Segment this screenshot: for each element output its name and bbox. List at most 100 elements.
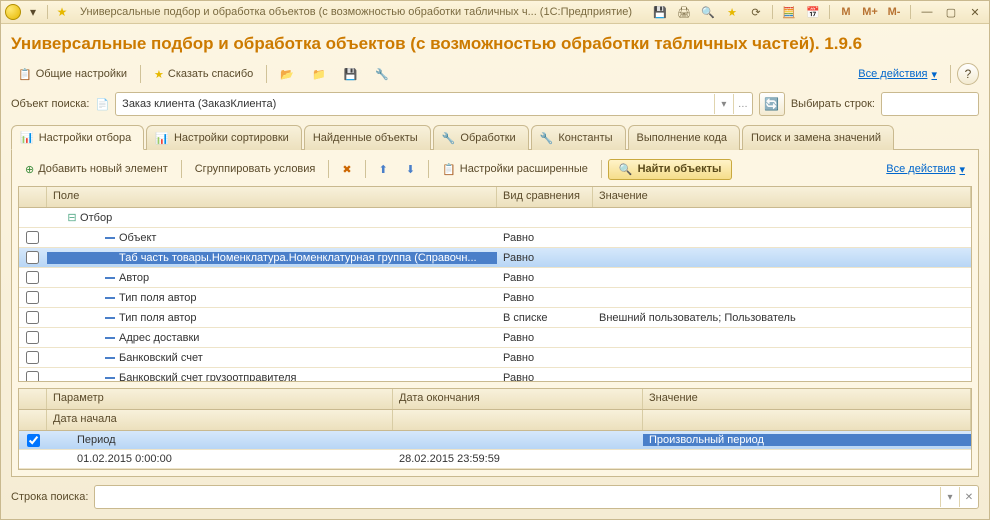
tab-4[interactable]: 🔧Константы [531, 125, 626, 150]
toolbar-icon-1[interactable]: 📂 [273, 65, 301, 84]
arrow-up-icon: ⬆ [379, 163, 388, 176]
calendar-icon[interactable]: 📅 [803, 3, 823, 21]
tab-1[interactable]: 📊Настройки сортировки [146, 125, 302, 150]
object-input[interactable] [116, 98, 714, 110]
memory-mplus-button[interactable]: M+ [860, 3, 880, 21]
param-row[interactable]: ПериодПроизвольный период [19, 431, 971, 450]
print-icon[interactable]: 🖨 [674, 3, 694, 21]
row-checkbox[interactable] [26, 351, 39, 364]
tab-icon: 📊 [20, 131, 34, 144]
rows-spinner[interactable]: 🧮 ▴ ▾ [881, 92, 979, 116]
memory-mminus-button[interactable]: M- [884, 3, 904, 21]
filter-grid-body[interactable]: ⊟ ОтборОбъектРавноТаб часть товары.Номен… [19, 208, 971, 382]
toolbar-icon-2[interactable]: 📁 [305, 65, 333, 84]
filter-row[interactable]: Банковский счет грузоотправителяРавно [19, 368, 971, 382]
search-string-combo[interactable]: ▾ ✕ [94, 485, 979, 509]
general-settings-button[interactable]: 📋 Общие настройки [11, 65, 134, 84]
filter-grid: Поле Вид сравнения Значение ⊟ ОтборОбъек… [18, 186, 972, 382]
history-icon[interactable]: ⟳ [746, 3, 766, 21]
maximize-button[interactable]: ▢ [941, 3, 961, 21]
minimize-button[interactable]: — [917, 3, 937, 21]
main-window: ▾ ★ Универсальные подбор и обработка объ… [0, 0, 990, 520]
close-button[interactable]: ✕ [965, 3, 985, 21]
tab-label: Найденные объекты [313, 132, 418, 144]
tab-6[interactable]: Поиск и замена значений [742, 125, 894, 150]
filter-row[interactable]: ОбъектРавно [19, 228, 971, 248]
favorite-icon[interactable]: ★ [722, 3, 742, 21]
filter-row[interactable]: Тип поля авторРавно [19, 288, 971, 308]
search-string-input[interactable] [95, 491, 940, 503]
filter-root-row[interactable]: ⊟ Отбор [19, 208, 971, 228]
all-actions-label: Все действия [858, 68, 927, 80]
calculator-icon[interactable]: 🧮 [779, 3, 799, 21]
refresh-button[interactable]: 🔄 [759, 92, 785, 116]
tab-3[interactable]: 🔧Обработки [433, 125, 529, 150]
dropdown-icon[interactable]: ▾ [25, 4, 41, 20]
col-dstart: Дата начала [47, 410, 393, 430]
app-icon [5, 4, 21, 20]
filter-row[interactable]: Банковский счетРавно [19, 348, 971, 368]
row-checkbox[interactable] [26, 251, 39, 264]
general-settings-label: Общие настройки [36, 68, 127, 80]
filter-grid-header: Поле Вид сравнения Значение [19, 187, 971, 208]
row-checkbox[interactable] [26, 371, 39, 382]
move-down-button[interactable]: ⬇ [399, 160, 422, 179]
tab-2[interactable]: Найденные объекты [304, 125, 431, 150]
filter-row[interactable]: Адрес доставкиРавно [19, 328, 971, 348]
filter-row[interactable]: АвторРавно [19, 268, 971, 288]
folder-plus-icon: 📂 [280, 68, 294, 81]
all-actions-link[interactable]: Все действия ▾ [851, 65, 944, 84]
row-checkbox[interactable] [26, 231, 39, 244]
save-icon[interactable]: 💾 [650, 3, 670, 21]
find-objects-button[interactable]: 🔍 Найти объекты [608, 159, 733, 180]
tab-icon: 🔧 [442, 132, 456, 145]
param-row[interactable]: 01.02.2015 0:00:0028.02.2015 23:59:59 [19, 450, 971, 469]
collapse-icon[interactable]: ⊟ [67, 211, 77, 224]
filter-row[interactable]: Тип поля авторВ спискеВнешний пользовате… [19, 308, 971, 328]
row-checkbox[interactable] [26, 311, 39, 324]
say-thanks-button[interactable]: ★ Сказать спасибо [147, 65, 260, 84]
group-conditions-button[interactable]: Сгруппировать условия [188, 160, 323, 178]
row-checkbox[interactable] [26, 291, 39, 304]
arrow-down-icon: ⬇ [406, 163, 415, 176]
move-up-button[interactable]: ⬆ [372, 160, 395, 179]
params-grid-body[interactable]: ПериодПроизвольный период01.02.2015 0:00… [19, 431, 971, 469]
preview-icon[interactable]: 🔍 [698, 3, 718, 21]
star-icon[interactable]: ★ [54, 4, 70, 20]
search-icon: 🔍 [619, 163, 633, 176]
params-grid-subheader: Дата начала [19, 410, 971, 431]
tab-0[interactable]: 📊Настройки отбора [11, 125, 144, 150]
row-checkbox[interactable] [26, 271, 39, 284]
memory-m-button[interactable]: M [836, 3, 856, 21]
combo-dropdown-icon[interactable]: ▾ [714, 94, 733, 114]
delete-button[interactable]: ✖ [335, 160, 358, 179]
minus-icon [105, 257, 115, 259]
toolbar-icon-3[interactable]: 💾 [337, 65, 365, 84]
titlebar: ▾ ★ Универсальные подбор и обработка объ… [1, 1, 989, 24]
combo-clear-icon[interactable]: ✕ [959, 487, 978, 507]
group-conditions-label: Сгруппировать условия [195, 163, 316, 175]
row-checkbox[interactable] [26, 331, 39, 344]
object-combo[interactable]: ▾ … [115, 92, 753, 116]
plus-circle-icon: ⊕ [25, 163, 34, 176]
help-button[interactable]: ? [957, 63, 979, 85]
tab-icon: 🔧 [540, 132, 554, 145]
add-element-button[interactable]: ⊕ Добавить новый элемент [18, 160, 175, 179]
rows-input[interactable] [882, 98, 989, 110]
toolbar-icon-4[interactable]: 🔧 [368, 65, 396, 84]
window-title: Универсальные подбор и обработка объекто… [80, 6, 632, 18]
all-actions-link-2[interactable]: Все действия ▾ [879, 160, 972, 179]
param-checkbox[interactable] [27, 434, 40, 447]
settings-icon: 📋 [18, 68, 32, 81]
filter-row[interactable]: Таб часть товары.Номенклатура.Номенклату… [19, 248, 971, 268]
page-title: Универсальные подбор и обработка объекто… [11, 34, 979, 54]
tab-5[interactable]: Выполнение кода [628, 125, 740, 150]
combo-dropdown-icon[interactable]: ▾ [940, 487, 959, 507]
star-icon: ★ [154, 68, 164, 81]
col-param: Параметр [47, 389, 393, 409]
advanced-settings-button[interactable]: 📋 Настройки расширенные [435, 160, 595, 179]
object-search-row: Объект поиска: 📄 ▾ … 🔄 Выбирать строк: 🧮… [11, 92, 979, 116]
search-string-row: Строка поиска: ▾ ✕ [11, 485, 979, 509]
minus-icon [105, 237, 115, 239]
combo-ellipsis-icon[interactable]: … [733, 94, 752, 114]
